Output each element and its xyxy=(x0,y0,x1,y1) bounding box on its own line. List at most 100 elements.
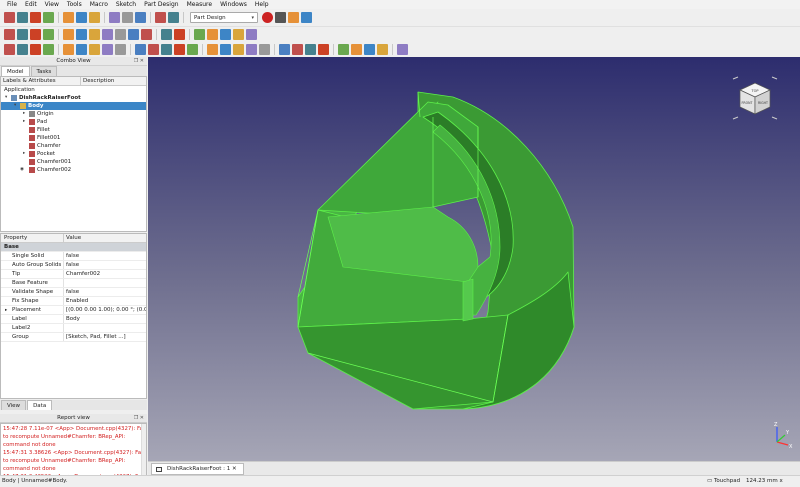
menu-file[interactable]: File xyxy=(3,0,21,9)
workbench-icon[interactable] xyxy=(168,12,179,23)
property-value[interactable]: [Sketch, Pad, Fillet ...] xyxy=(64,333,146,341)
undo-icon[interactable] xyxy=(109,12,120,23)
tab-view[interactable]: View xyxy=(1,400,27,410)
report-scrollbar[interactable] xyxy=(141,424,146,475)
macro-stop-icon[interactable] xyxy=(275,12,286,23)
pad-icon[interactable] xyxy=(135,43,146,55)
point-icon[interactable] xyxy=(76,43,87,55)
property-row-label2[interactable]: Label2 xyxy=(1,324,146,333)
menu-edit[interactable]: Edit xyxy=(21,0,41,9)
view-rear-icon[interactable] xyxy=(115,29,126,40)
tab-data[interactable]: Data xyxy=(27,400,53,410)
property-row-auto-group-solids[interactable]: Auto Group Solids false xyxy=(1,261,146,270)
draw-style-icon[interactable] xyxy=(30,29,41,40)
property-value[interactable]: Enabled xyxy=(64,297,146,305)
body-remove-icon[interactable] xyxy=(246,29,257,40)
sub-shape-binder-icon[interactable] xyxy=(30,43,41,55)
property-row-base-feature[interactable]: Base Feature xyxy=(1,279,146,288)
view-left-icon[interactable] xyxy=(141,29,152,40)
redo-icon[interactable] xyxy=(122,12,133,23)
save-icon[interactable] xyxy=(30,12,41,23)
view-isometric-icon[interactable] xyxy=(63,29,74,40)
chevron-right-icon[interactable]: ▸ xyxy=(23,150,25,158)
visibility-eye-icon[interactable]: ◉ xyxy=(20,166,24,174)
dish-rack-raiser-foot-model[interactable] xyxy=(297,91,575,410)
clone-icon[interactable] xyxy=(43,43,54,55)
property-row-tip[interactable]: Tip Chamfer002 xyxy=(1,270,146,279)
tab-model[interactable]: Model xyxy=(1,66,30,76)
revolution-icon[interactable] xyxy=(148,43,159,55)
3d-viewport[interactable]: TOP FRONT RIGHT Z X Y xyxy=(148,57,800,461)
macro-record-icon[interactable] xyxy=(262,12,273,23)
menu-windows[interactable]: Windows xyxy=(216,0,251,9)
tree-header-labels[interactable]: Labels & Attributes xyxy=(1,77,81,85)
tree-item-fillet[interactable]: Fillet xyxy=(1,126,146,134)
group-icon[interactable] xyxy=(220,29,231,40)
model-tree[interactable]: Labels & Attributes Description Applicat… xyxy=(0,76,147,232)
tree-item-origin[interactable]: ▸ Origin xyxy=(1,110,146,118)
body-icon[interactable] xyxy=(233,29,244,40)
property-group-base[interactable]: Base xyxy=(1,243,146,252)
property-value[interactable] xyxy=(64,324,146,332)
tree-item-chamfer[interactable]: Chamfer xyxy=(1,142,146,150)
fit-selection-icon[interactable] xyxy=(17,29,28,40)
line-icon[interactable] xyxy=(89,43,100,55)
property-value[interactable]: Body xyxy=(64,315,146,323)
dock-controls-icon[interactable]: ❐ ✕ xyxy=(134,57,144,66)
multi-transform-icon[interactable] xyxy=(377,43,388,55)
view-front-icon[interactable] xyxy=(76,29,87,40)
menu-macro[interactable]: Macro xyxy=(86,0,112,9)
fillet-icon[interactable] xyxy=(279,43,290,55)
menu-help[interactable]: Help xyxy=(251,0,273,9)
print-icon[interactable] xyxy=(43,12,54,23)
chamfer-icon[interactable] xyxy=(292,43,303,55)
menu-view[interactable]: View xyxy=(41,0,63,9)
chevron-right-icon[interactable]: ▸ xyxy=(23,110,25,118)
refresh-icon[interactable] xyxy=(135,12,146,23)
paste-icon[interactable] xyxy=(89,12,100,23)
whats-this-icon[interactable] xyxy=(155,12,166,23)
plane-icon[interactable] xyxy=(102,43,113,55)
thickness-icon[interactable] xyxy=(318,43,329,55)
polar-pattern-icon[interactable] xyxy=(364,43,375,55)
view-right-icon[interactable] xyxy=(102,29,113,40)
tree-item-chamfer001[interactable]: Chamfer001 xyxy=(1,158,146,166)
measure-icon[interactable] xyxy=(161,29,172,40)
close-icon[interactable]: ✕ xyxy=(232,466,237,472)
link-group-icon[interactable] xyxy=(194,29,205,40)
property-value[interactable] xyxy=(64,279,146,287)
macro-edit-icon[interactable] xyxy=(288,12,299,23)
property-value[interactable]: false xyxy=(64,288,146,296)
boolean-icon[interactable] xyxy=(397,43,408,55)
property-row-validate-shape[interactable]: Validate Shape false xyxy=(1,288,146,297)
view-top-icon[interactable] xyxy=(89,29,100,40)
mirrored-icon[interactable] xyxy=(338,43,349,55)
dock-controls-icon[interactable]: ❐ ✕ xyxy=(134,414,144,423)
property-row-fix-shape[interactable]: Fix Shape Enabled xyxy=(1,297,146,306)
property-value[interactable]: false xyxy=(64,261,146,269)
loft-icon[interactable] xyxy=(161,43,172,55)
property-row-placement[interactable]: ▸ Placement [(0.00 0.00 1.00); 0.00 °; (0.… xyxy=(1,306,146,315)
menu-part-design[interactable]: Part Design xyxy=(140,0,182,9)
copy-icon[interactable] xyxy=(76,12,87,23)
new-icon[interactable] xyxy=(4,12,15,23)
body-create-icon[interactable] xyxy=(4,43,15,55)
property-row-label[interactable]: Label Body xyxy=(1,315,146,324)
tree-item-dishrackraiserfoot[interactable]: ▾ DishRackRaiserFoot xyxy=(1,94,146,102)
tree-header-description[interactable]: Description xyxy=(81,77,146,85)
lcs-icon[interactable] xyxy=(115,43,126,55)
groove-icon[interactable] xyxy=(233,43,244,55)
property-value[interactable]: [(0.00 0.00 1.00); 0.00 °; (0.00 ... xyxy=(64,306,146,314)
tree-item-pocket[interactable]: ▸ Pocket xyxy=(1,150,146,158)
draft-icon[interactable] xyxy=(305,43,316,55)
macro-run-icon[interactable] xyxy=(301,12,312,23)
pipe-icon[interactable] xyxy=(174,43,185,55)
helix-icon[interactable] xyxy=(187,43,198,55)
subtractive-loft-icon[interactable] xyxy=(246,43,257,55)
menu-tools[interactable]: Tools xyxy=(63,0,86,9)
tab-tasks[interactable]: Tasks xyxy=(30,66,58,76)
shape-binder-icon[interactable] xyxy=(17,43,28,55)
navigation-cube[interactable]: TOP FRONT RIGHT xyxy=(732,76,778,120)
tree-item-body[interactable]: ▾ Body xyxy=(1,102,146,110)
view-bottom-icon[interactable] xyxy=(128,29,139,40)
